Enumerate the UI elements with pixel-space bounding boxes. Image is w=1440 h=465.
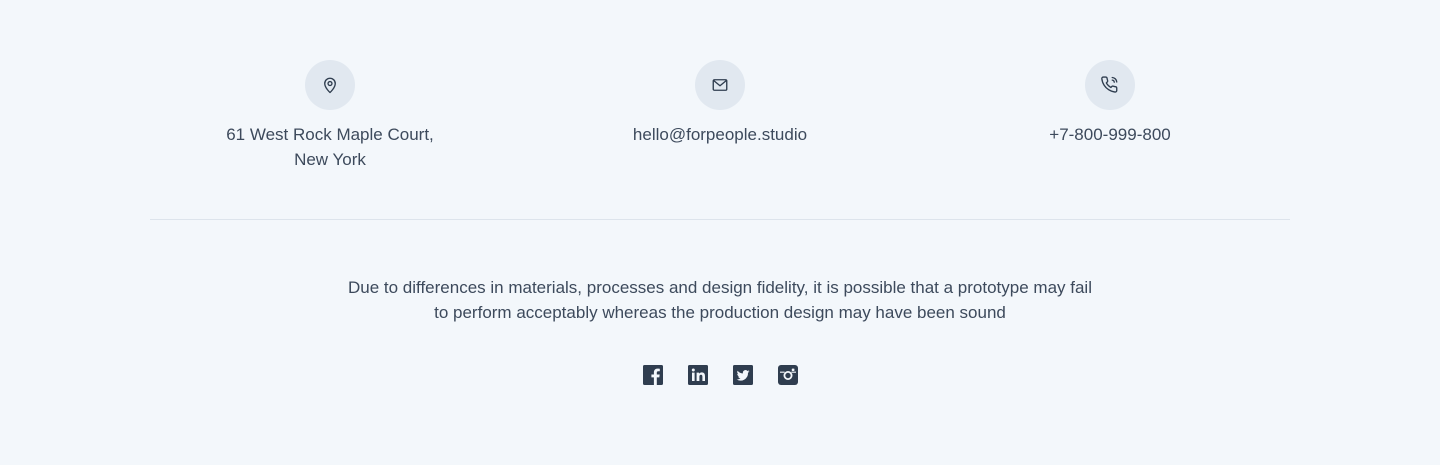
contact-email: hello@forpeople.studio [570, 60, 870, 147]
contact-phone: +7-800-999-800 [960, 60, 1260, 147]
disclaimer-text: Due to differences in materials, process… [340, 275, 1100, 325]
social-links [0, 365, 1440, 385]
address-text: 61 West Rock Maple Court, New York [180, 122, 480, 172]
address-line-2: New York [294, 150, 366, 169]
location-pin-icon [305, 60, 355, 110]
disclaimer-line-2: to perform acceptably whereas the produc… [434, 303, 1006, 322]
contact-address: 61 West Rock Maple Court, New York [180, 60, 480, 172]
phone-link[interactable]: +7-800-999-800 [960, 122, 1260, 147]
mail-icon [695, 60, 745, 110]
section-divider [150, 219, 1290, 220]
email-link[interactable]: hello@forpeople.studio [570, 122, 870, 147]
address-line-1: 61 West Rock Maple Court, [226, 125, 434, 144]
disclaimer-line-1: Due to differences in materials, process… [348, 278, 1092, 297]
phone-icon [1085, 60, 1135, 110]
instagram-icon[interactable] [777, 365, 798, 385]
twitter-icon[interactable] [732, 365, 753, 385]
linkedin-icon[interactable] [687, 365, 708, 385]
contact-info-section: 61 West Rock Maple Court, New York hello… [0, 60, 1440, 180]
facebook-icon[interactable] [642, 365, 663, 385]
